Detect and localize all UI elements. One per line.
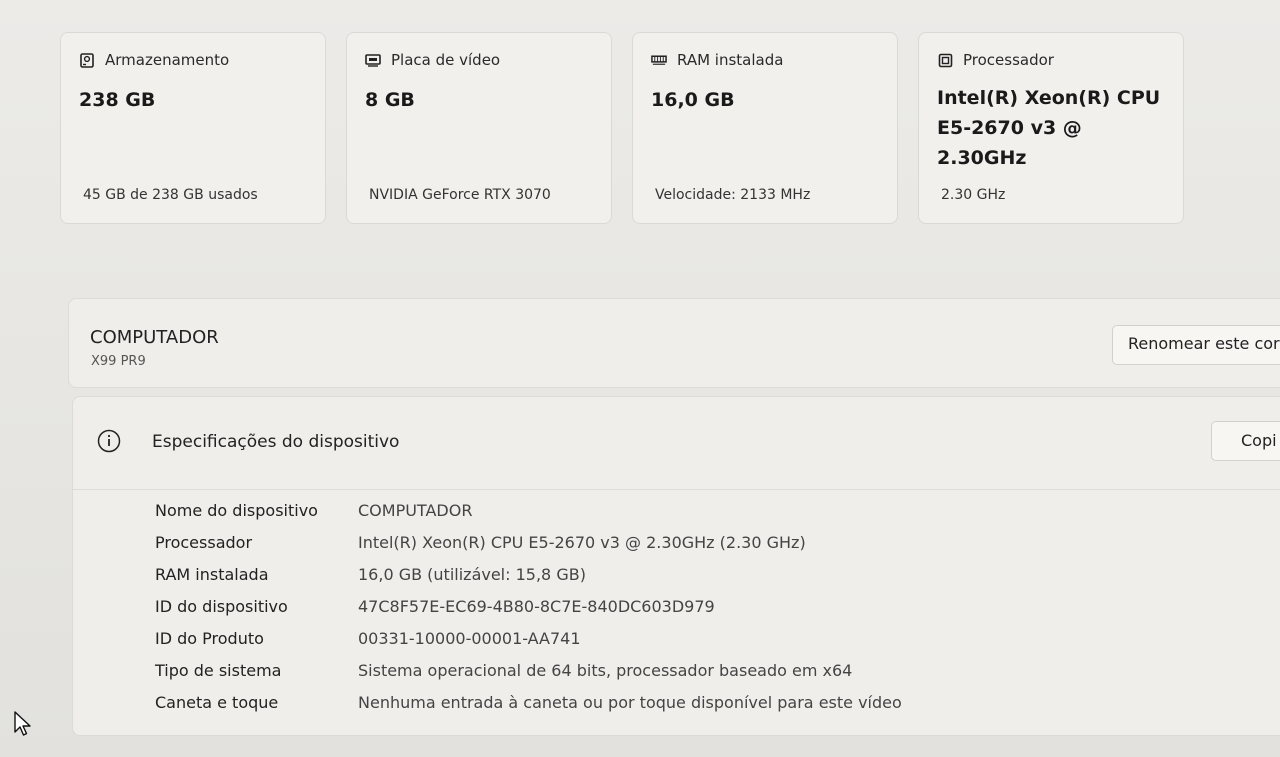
about-page: Armazenamento 238 GB 45 GB de 238 GB usa… <box>0 0 1280 757</box>
card-value: 16,0 GB <box>651 89 735 111</box>
spec-value: Nenhuma entrada à caneta ou por toque di… <box>358 693 902 712</box>
spec-key: Processador <box>155 533 253 552</box>
card-subtitle: NVIDIA GeForce RTX 3070 <box>369 187 551 203</box>
spec-row: ID do dispositivo 47C8F57E-EC69-4B80-8C7E… <box>155 597 715 621</box>
spec-row: Tipo de sistema Sistema operacional de 64… <box>155 661 852 685</box>
specs-header[interactable]: Especificações do dispositivo Copi <box>73 397 1280 490</box>
card-value-line: Intel(R) Xeon(R) CPU <box>937 87 1161 109</box>
ram-icon <box>651 52 667 68</box>
spec-row: Caneta e toque Nenhuma entrada à caneta o… <box>155 693 902 717</box>
computer-name: COMPUTADOR <box>90 327 219 348</box>
spec-value: 47C8F57E-EC69-4B80-8C7E-840DC603D979 <box>358 597 715 616</box>
ram-card[interactable]: RAM instalada 16,0 GB Velocidade: 2133 M… <box>632 32 898 224</box>
card-title: Placa de vídeo <box>391 51 501 69</box>
spec-row: RAM instalada 16,0 GB (utilizável: 15,8 G… <box>155 565 586 589</box>
card-title: Processador <box>963 51 1054 69</box>
card-value: 238 GB <box>79 89 156 111</box>
card-value-line: E5-2670 v3 @ 2.30GHz <box>937 117 1082 169</box>
card-title: Armazenamento <box>105 51 230 69</box>
spec-value: Intel(R) Xeon(R) CPU E5-2670 v3 @ 2.30GH… <box>358 533 806 552</box>
computer-name-section: COMPUTADOR X99 PR9 Renomear este cor <box>68 298 1280 388</box>
mouse-cursor-icon <box>13 710 33 738</box>
spec-value: 00331-10000-00001-AA741 <box>358 629 581 648</box>
specs-title: Especificações do dispositivo <box>152 432 400 452</box>
spec-key: Nome do dispositivo <box>155 501 318 520</box>
spec-key: Caneta e toque <box>155 693 279 712</box>
spec-value: COMPUTADOR <box>358 501 473 520</box>
card-header: Placa de vídeo <box>365 51 593 69</box>
spec-key: RAM instalada <box>155 565 269 584</box>
gpu-icon <box>365 52 381 68</box>
spec-key: ID do Produto <box>155 629 264 648</box>
spec-key: ID do dispositivo <box>155 597 288 616</box>
card-subtitle: Velocidade: 2133 MHz <box>655 187 811 203</box>
storage-card[interactable]: Armazenamento 238 GB 45 GB de 238 GB usa… <box>60 32 326 224</box>
card-title: RAM instalada <box>677 51 784 69</box>
rename-pc-button[interactable]: Renomear este cor <box>1112 325 1280 365</box>
spec-key: Tipo de sistema <box>155 661 282 680</box>
storage-icon <box>79 52 95 68</box>
card-header: Processador <box>937 51 1165 69</box>
spec-row: ID do Produto 00331-10000-00001-AA741 <box>155 629 581 653</box>
spec-value: Sistema operacional de 64 bits, processa… <box>358 661 853 680</box>
spec-row: Nome do dispositivo COMPUTADOR <box>155 501 472 525</box>
cpu-card[interactable]: Processador Intel(R) Xeon(R) CPU E5-2670… <box>918 32 1184 224</box>
card-subtitle: 2.30 GHz <box>941 187 1006 203</box>
info-icon <box>97 429 121 453</box>
card-subtitle: 45 GB de 238 GB usados <box>83 187 258 203</box>
spec-value: 16,0 GB (utilizável: 15,8 GB) <box>358 565 586 584</box>
card-value: 8 GB <box>365 89 415 111</box>
card-header: Armazenamento <box>79 51 307 69</box>
gpu-card[interactable]: Placa de vídeo 8 GB NVIDIA GeForce RTX 3… <box>346 32 612 224</box>
cpu-icon <box>937 52 953 68</box>
spec-row: Processador Intel(R) Xeon(R) CPU E5-2670 … <box>155 533 806 557</box>
copy-button[interactable]: Copi <box>1211 421 1280 461</box>
card-header: RAM instalada <box>651 51 879 69</box>
card-value: Intel(R) Xeon(R) CPU E5-2670 v3 @ 2.30GH… <box>937 83 1165 173</box>
device-specs-section: Especificações do dispositivo Copi Nome … <box>72 396 1280 736</box>
computer-model: X99 PR9 <box>91 354 146 369</box>
